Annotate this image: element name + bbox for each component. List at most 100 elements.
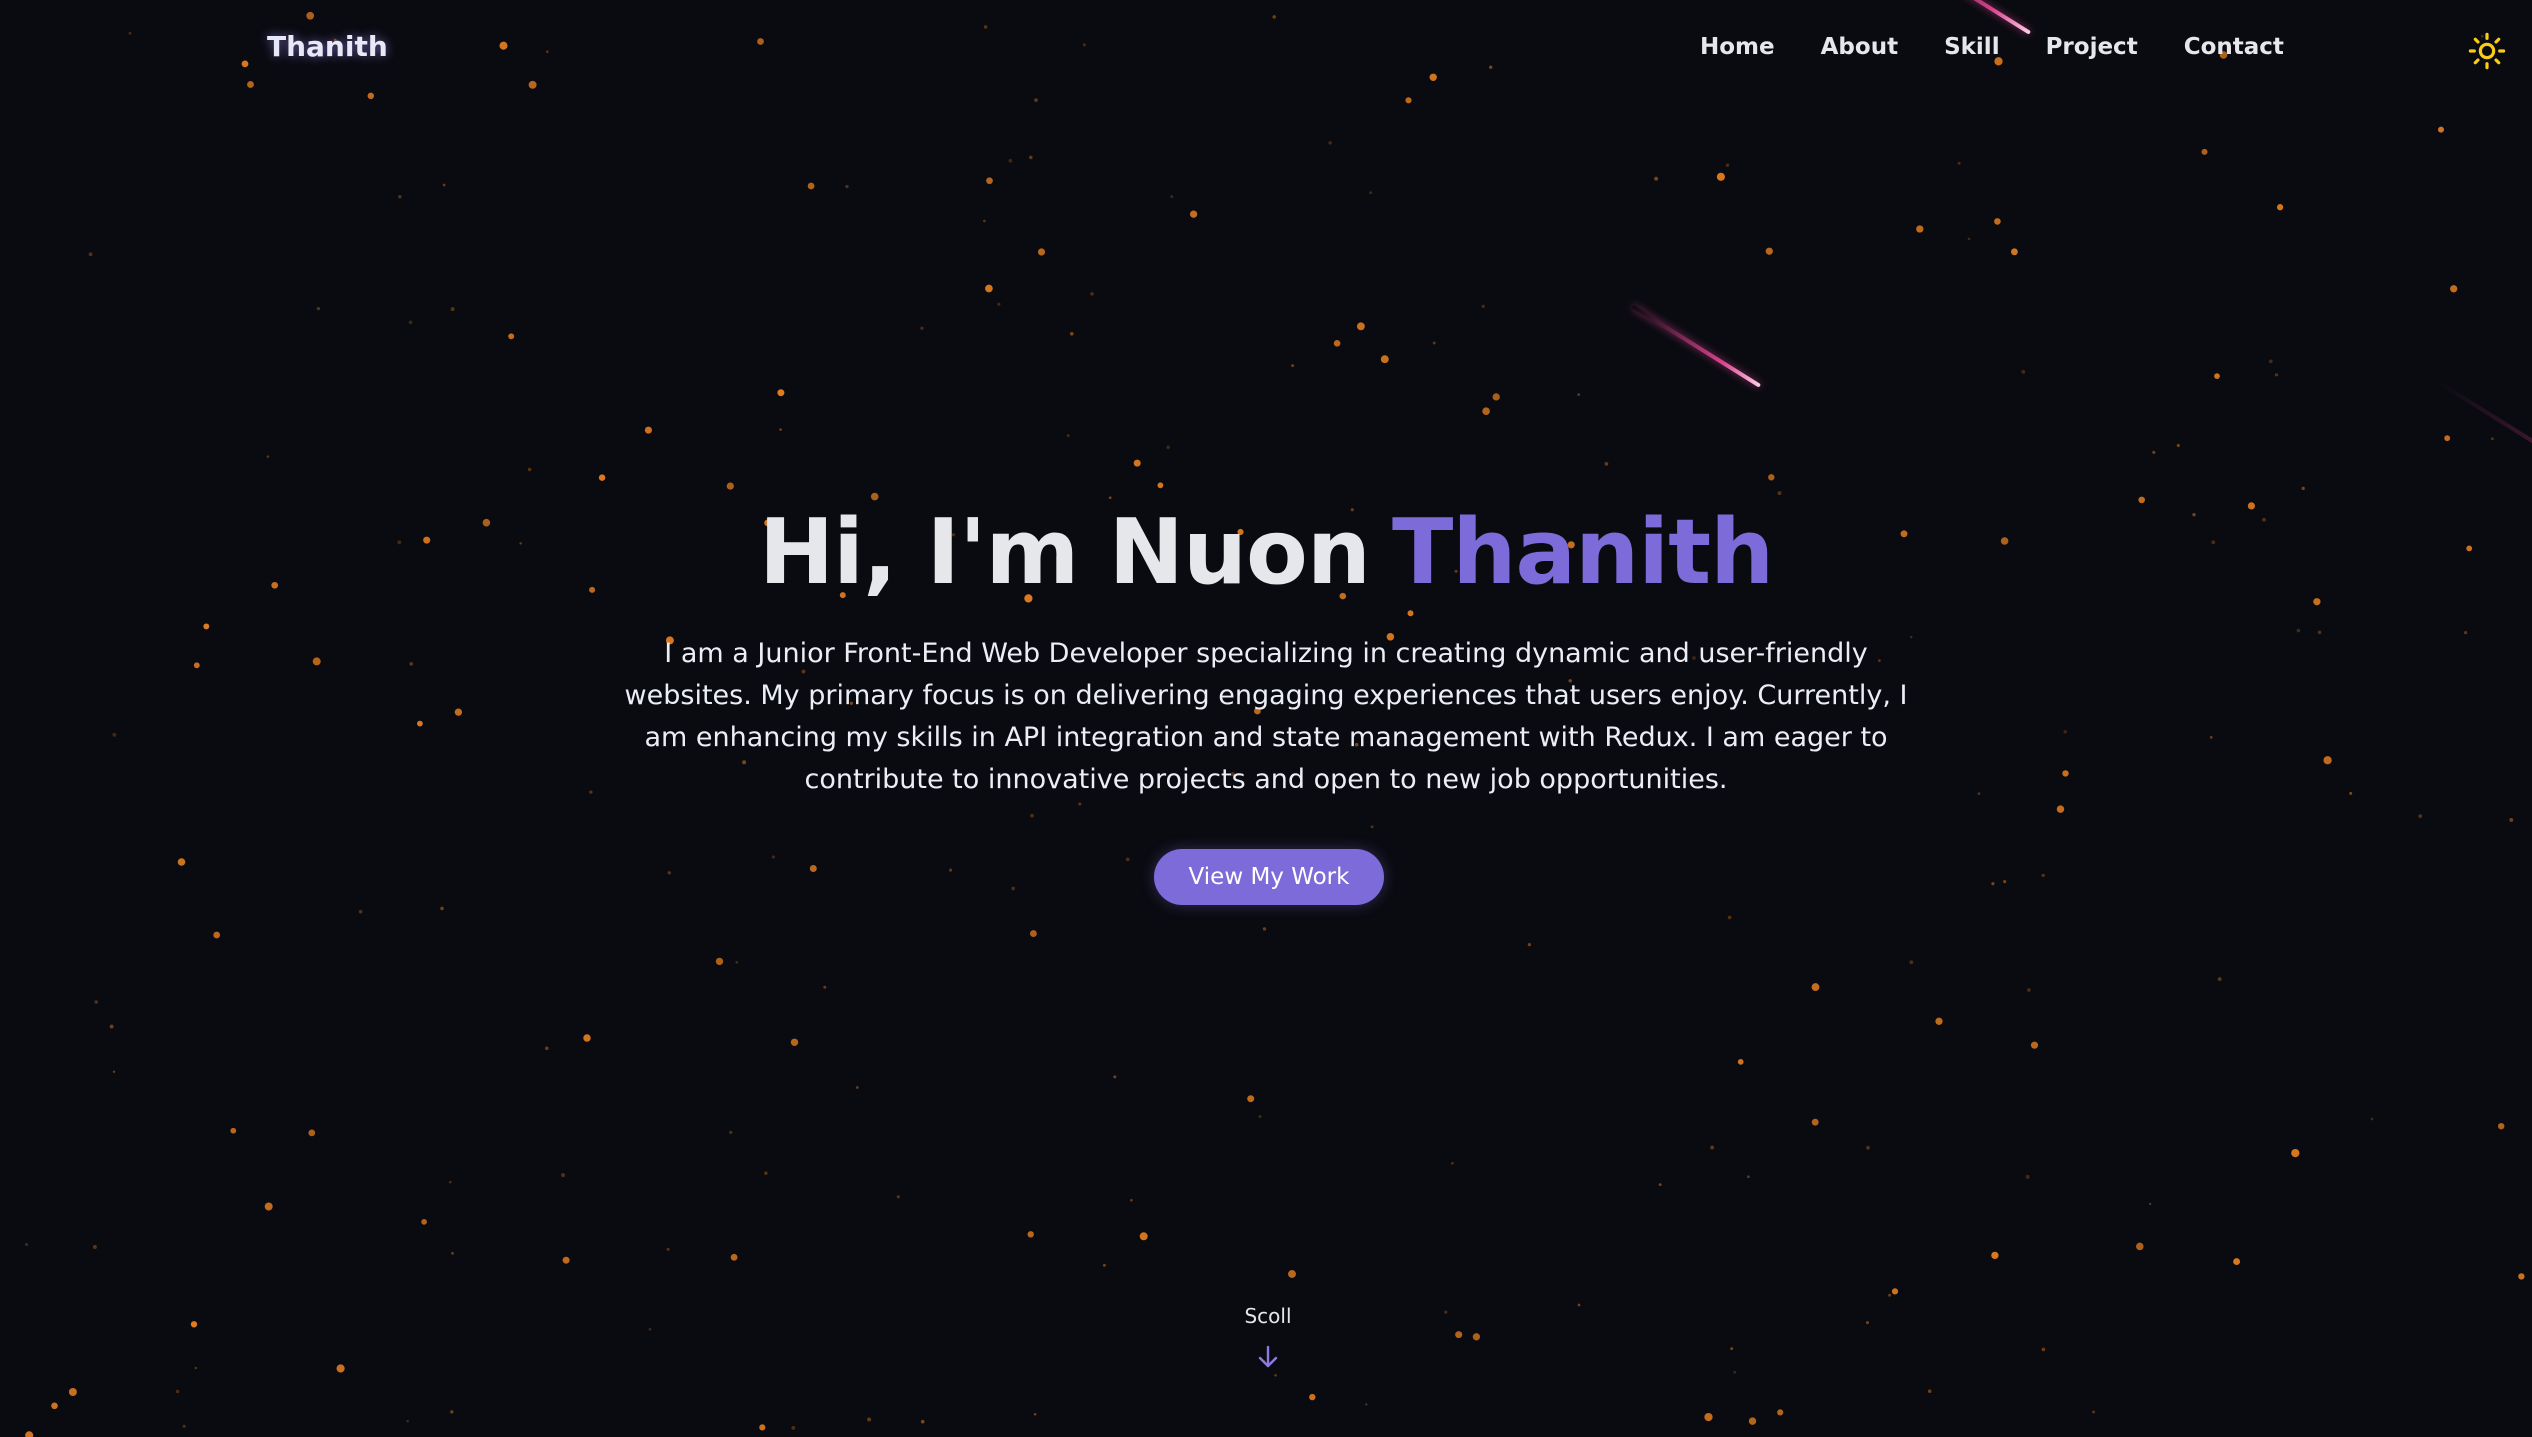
star-dot xyxy=(1432,341,1436,345)
star-dot xyxy=(759,1424,766,1431)
star-dot xyxy=(440,906,444,911)
star-dot xyxy=(1133,459,1141,467)
star-dot xyxy=(1309,1393,1316,1401)
star-dot xyxy=(867,1417,872,1422)
star-dot xyxy=(1078,802,1082,806)
star-dot xyxy=(949,868,953,872)
hero-section: Thanith Home About Skill Project Contact… xyxy=(0,0,2532,1437)
star-dot xyxy=(448,1180,452,1184)
star-dot xyxy=(2214,373,2220,379)
star-dot xyxy=(1429,73,1437,82)
nav-contact[interactable]: Contact xyxy=(2184,34,2284,60)
star-dot xyxy=(2438,126,2444,133)
star-dot xyxy=(1991,882,1995,886)
star-dot xyxy=(757,38,764,45)
star-dot xyxy=(51,1402,58,1410)
star-dot xyxy=(450,307,455,312)
star-dot xyxy=(358,909,363,914)
star-dot xyxy=(983,219,986,223)
star-dot xyxy=(729,1130,733,1135)
brand-logo[interactable]: Thanith xyxy=(267,30,388,63)
star-dot xyxy=(1489,65,1493,69)
arrow-down-icon[interactable] xyxy=(1256,1344,1280,1370)
star-dot xyxy=(983,25,988,29)
star-dot xyxy=(2509,817,2514,822)
star-dot xyxy=(1866,1321,1869,1325)
star-dot xyxy=(88,252,93,257)
hero-name-highlight: Thanith xyxy=(1391,500,1774,605)
star-dot xyxy=(985,284,993,293)
view-my-work-button[interactable]: View My Work xyxy=(1154,849,1384,905)
scroll-label: Scoll xyxy=(1244,1304,1292,1328)
star-dot xyxy=(1891,1288,1899,1295)
star-dot xyxy=(1356,322,1365,331)
star-dot xyxy=(1033,1413,1037,1416)
star-dot xyxy=(1125,857,1130,862)
star-dot xyxy=(2463,630,2468,635)
star-dot xyxy=(1777,1409,1784,1416)
star-dot xyxy=(508,333,515,340)
star-dot xyxy=(2010,248,2018,256)
star-dot xyxy=(715,957,724,966)
star-dot xyxy=(1157,482,1164,489)
star-dot xyxy=(986,177,993,185)
star-dot xyxy=(1957,161,1961,165)
star-dot xyxy=(1472,1333,1481,1341)
star-dot xyxy=(193,662,200,669)
star-dot xyxy=(68,1388,77,1396)
star-dot xyxy=(1113,1075,1117,1079)
star-dot xyxy=(1967,237,1971,241)
star-dot xyxy=(644,426,652,434)
nav-project[interactable]: Project xyxy=(2046,34,2138,60)
star-dot xyxy=(454,708,463,716)
star-dot xyxy=(316,306,321,311)
star-dot xyxy=(230,1127,237,1134)
star-dot xyxy=(1450,1161,1454,1165)
star-dot xyxy=(1481,304,1485,308)
star-dot xyxy=(583,1034,591,1042)
star-dot xyxy=(1730,1347,1734,1351)
star-dot xyxy=(2027,988,2031,992)
star-dot xyxy=(807,182,815,190)
star-dot xyxy=(182,1424,186,1428)
star-dot xyxy=(809,865,817,872)
star-dot xyxy=(1328,141,1332,145)
star-dot xyxy=(1866,1145,1870,1150)
star-dot xyxy=(1170,195,1174,199)
star-dot xyxy=(312,657,321,666)
star-dot xyxy=(598,474,606,481)
nav-about[interactable]: About xyxy=(1821,34,1898,60)
sun-icon[interactable] xyxy=(2468,32,2506,70)
star-dot xyxy=(1008,158,1013,163)
star-dot xyxy=(648,1327,652,1331)
star-dot xyxy=(367,92,375,100)
star-dot xyxy=(791,1425,796,1430)
star-dot xyxy=(589,790,593,794)
star-dot xyxy=(764,1171,768,1175)
star-dot xyxy=(25,1243,28,1246)
star-dot xyxy=(1716,172,1725,181)
star-dot xyxy=(2301,486,2305,491)
star-dot xyxy=(203,623,210,630)
star-dot xyxy=(499,41,508,50)
star-dot xyxy=(2296,628,2301,633)
star-dot xyxy=(25,1431,34,1437)
star-dot xyxy=(1748,1417,1757,1425)
nav-home[interactable]: Home xyxy=(1700,34,1775,60)
star-dot xyxy=(2276,204,2284,211)
star-dot xyxy=(128,31,132,35)
star-dot xyxy=(1272,15,1276,19)
star-dot xyxy=(1262,927,1267,931)
star-dot xyxy=(306,11,315,20)
star-dot xyxy=(1029,930,1037,938)
nav-skill[interactable]: Skill xyxy=(1944,34,2000,60)
star-dot xyxy=(777,389,785,397)
star-dot xyxy=(544,1046,549,1051)
star-dot xyxy=(1737,1059,1744,1065)
star-dot xyxy=(2201,148,2208,155)
star-dot xyxy=(1247,1095,1255,1103)
star-dot xyxy=(730,1253,738,1261)
star-dot xyxy=(920,326,924,330)
star-dot xyxy=(1029,155,1033,160)
star-dot xyxy=(1027,1231,1034,1238)
